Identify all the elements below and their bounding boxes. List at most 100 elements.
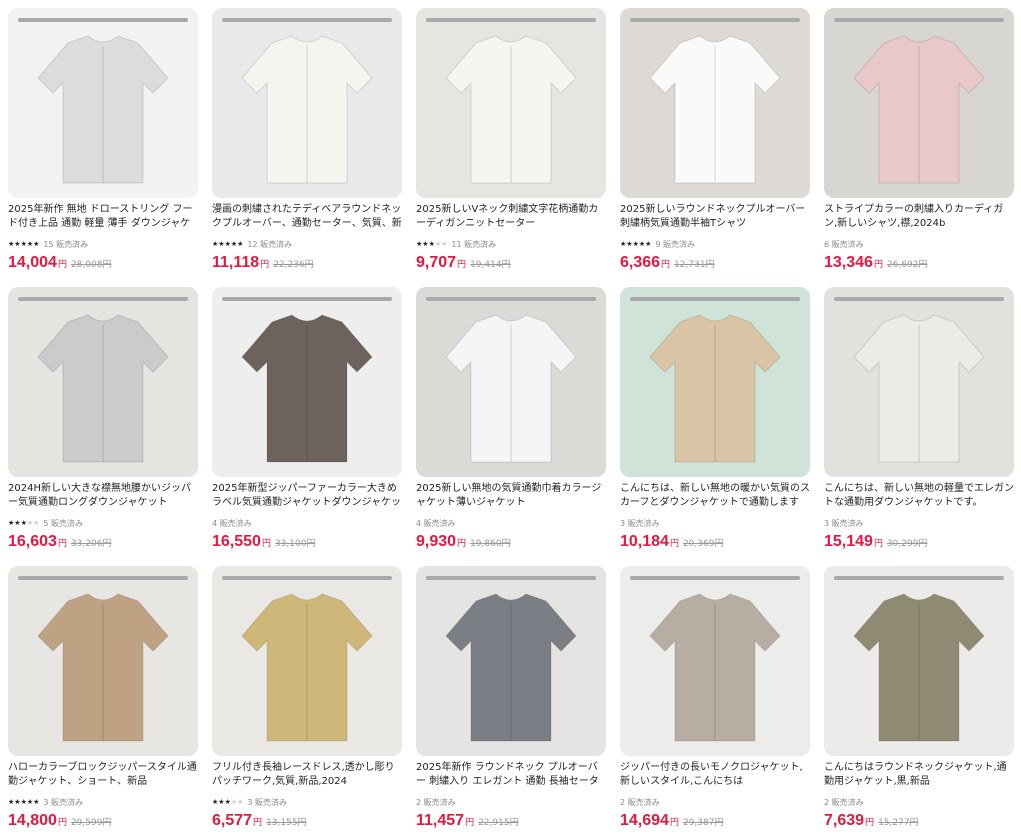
product-title[interactable]: 2025新しい無地の気質通勤巾着カラージャケット薄いジャケット: [416, 482, 606, 510]
product-card[interactable]: ストライプカラーの刺繍入りカーディガン,新しいシャツ,襟,2024b 6 販売済み…: [824, 8, 1014, 280]
product-title[interactable]: 2025年新型ジッパーファーカラー大きめラベル気質通勤ジャケットダウンジャケット: [212, 482, 402, 510]
rating-stars-icon: ★★★★★: [212, 798, 244, 806]
product-image[interactable]: [824, 287, 1014, 477]
price-row: 16,550 円 33,100円: [212, 533, 315, 555]
product-image[interactable]: [212, 287, 402, 477]
product-title[interactable]: こんにちは、新しい無地の暖かい気質のスカーフとダウンジャケットで通勤します: [620, 482, 810, 510]
sale-price: 14,694: [620, 812, 669, 829]
sale-price: 7,639: [824, 812, 865, 829]
product-image[interactable]: [620, 8, 810, 198]
price-row: 7,639 円 15,277円: [824, 812, 919, 834]
product-meta: 3 販売済み: [824, 517, 864, 529]
product-card[interactable]: こんにちは、新しい無地の暖かい気質のスカーフとダウンジャケットで通勤します 3 販…: [620, 287, 810, 559]
product-card[interactable]: 2025新しいVネック刺繍文字花柄通勤カーディガンニットセーター ★★★★★ 11 …: [416, 8, 606, 280]
product-card[interactable]: 2025年新作 ラウンドネック プルオーバー 刺繍入り エレガント 通勤 長袖セ…: [416, 566, 606, 838]
product-meta: 2 販売済み: [416, 796, 456, 808]
original-price: 22,915円: [478, 818, 519, 828]
product-card[interactable]: こんにちは、新しい無地の軽量でエレガントな通勤用ダウンジャケットです。 3 販売済…: [824, 287, 1014, 559]
product-title[interactable]: 2025年新作 ラウンドネック プルオーバー 刺繍入り エレガント 通勤 長袖セ…: [416, 761, 606, 789]
rating-stars-icon: ★★★★★: [416, 240, 448, 248]
product-title[interactable]: こんにちはラウンドネックジャケット,通勤用ジャケット,黒,新品: [824, 761, 1014, 789]
product-image[interactable]: [8, 8, 198, 198]
product-title[interactable]: ハローカラーブロックジッパースタイル通勤ジャケット、ショート、新品: [8, 761, 198, 789]
product-card[interactable]: ハローカラーブロックジッパースタイル通勤ジャケット、ショート、新品 ★★★★★ 3 …: [8, 566, 198, 838]
light-down-jackets-image: [824, 287, 1014, 477]
product-meta: ★★★★★ 3 販売済み: [212, 796, 287, 808]
price-row: 16,603 円 33,206円: [8, 533, 111, 555]
product-card[interactable]: 2025新しい無地の気質通勤巾着カラージャケット薄いジャケット 4 販売済み 9,9…: [416, 287, 606, 559]
price-row: 9,930 円 19,860円: [416, 533, 511, 555]
letter-cardigans-image: [416, 8, 606, 198]
product-image[interactable]: [8, 566, 198, 756]
white-hooded-down-jacket-image: [8, 8, 198, 198]
price-row: 14,004 円 28,008円: [8, 254, 111, 276]
sale-price: 16,603: [8, 533, 57, 550]
product-card[interactable]: 2024H新しい大きな襟無地腰かいジッパー気質通勤ロングダウンジャケット ★★★★…: [8, 287, 198, 559]
currency-label: 円: [873, 539, 883, 549]
product-title[interactable]: こんにちは、新しい無地の軽量でエレガントな通勤用ダウンジャケットです。: [824, 482, 1014, 510]
original-price: 13,155円: [266, 818, 307, 828]
sold-count: 2 販売済み: [824, 797, 864, 807]
sold-count: 2 販売済み: [416, 797, 456, 807]
sale-price: 14,004: [8, 254, 57, 271]
yellow-ruffle-dress-image: [212, 566, 402, 756]
product-card[interactable]: 2025年新型ジッパーファーカラー大きめラベル気質通勤ジャケットダウンジャケット…: [212, 287, 402, 559]
product-grid: 2025年新作 無地 ドローストリング フード付き上品 通勤 軽量 薄手 ダウン…: [0, 0, 1021, 837]
product-meta: ★★★★★ 5 販売済み: [8, 517, 83, 529]
sold-count: 11 販売済み: [451, 239, 497, 249]
price-row: 14,800 円 29,599円: [8, 812, 111, 834]
sale-price: 9,930: [416, 533, 457, 550]
product-image[interactable]: [212, 566, 402, 756]
sale-price: 16,550: [212, 533, 261, 550]
silver-down-coats-image: [8, 287, 198, 477]
product-image[interactable]: [416, 566, 606, 756]
product-meta: ★★★★★ 12 販売済み: [212, 238, 292, 250]
price-row: 6,577 円 13,155円: [212, 812, 307, 834]
sale-price: 14,800: [8, 812, 57, 829]
price-row: 11,457 円 22,915円: [416, 812, 519, 834]
product-title[interactable]: 2024H新しい大きな襟無地腰かいジッパー気質通勤ロングダウンジャケット: [8, 482, 198, 510]
original-price: 29,599円: [70, 818, 112, 828]
price-row: 11,118 円 22,236円: [212, 254, 314, 276]
product-title[interactable]: 2025新しいVネック刺繍文字花柄通勤カーディガンニットセーター: [416, 203, 606, 231]
product-card[interactable]: 漫画の刺繍されたテディベアラウンドネックプルオーバー、通勤セーター、気質、新しい…: [212, 8, 402, 280]
original-price: 19,860円: [470, 539, 511, 549]
product-image[interactable]: [824, 8, 1014, 198]
brown-fur-collar-down-image: [212, 287, 402, 477]
currency-label: 円: [261, 539, 271, 549]
product-image[interactable]: [416, 287, 606, 477]
original-price: 12,731円: [674, 260, 715, 270]
product-meta: 4 販売済み: [416, 517, 456, 529]
sale-price: 11,457: [416, 812, 465, 829]
sale-price: 9,707: [416, 254, 457, 271]
product-title[interactable]: ストライプカラーの刺繍入りカーディガン,新しいシャツ,襟,2024b: [824, 203, 1014, 231]
product-title[interactable]: フリル付き長袖レースドレス,透かし彫りパッチワーク,気質,新品,2024: [212, 761, 402, 789]
original-price: 22,236円: [273, 260, 314, 270]
product-image[interactable]: [212, 8, 402, 198]
product-meta: ★★★★★ 9 販売済み: [620, 238, 695, 250]
grey-hooded-parka-image: [620, 566, 810, 756]
beige-down-jackets-image: [620, 287, 810, 477]
sold-count: 2 販売済み: [620, 797, 660, 807]
product-title[interactable]: 2025新しいラウンドネックプルオーバー刺繍柄気質通勤半袖Tシャツ: [620, 203, 810, 231]
product-card[interactable]: こんにちはラウンドネックジャケット,通勤用ジャケット,黒,新品 2 販売済み 7,6…: [824, 566, 1014, 838]
sold-count: 3 販売済み: [620, 518, 660, 528]
product-card[interactable]: フリル付き長袖レースドレス,透かし彫りパッチワーク,気質,新品,2024 ★★★★…: [212, 566, 402, 838]
product-title[interactable]: ジッパー付きの長いモノクロジャケット,新しいスタイル,こんにちは: [620, 761, 810, 789]
product-image[interactable]: [416, 8, 606, 198]
product-image[interactable]: [8, 287, 198, 477]
currency-label: 円: [457, 539, 467, 549]
product-card[interactable]: 2025新しいラウンドネックプルオーバー刺繍柄気質通勤半袖Tシャツ ★★★★★ 9 …: [620, 8, 810, 280]
pastel-shirts-image: [824, 8, 1014, 198]
product-image[interactable]: [620, 287, 810, 477]
product-meta: 2 販売済み: [824, 796, 864, 808]
currency-label: 円: [669, 818, 679, 828]
product-image[interactable]: [620, 566, 810, 756]
product-image[interactable]: [824, 566, 1014, 756]
product-title[interactable]: 漫画の刺繍されたテディベアラウンドネックプルオーバー、通勤セーター、気質、新しい…: [212, 203, 402, 231]
product-title[interactable]: 2025年新作 無地 ドローストリング フード付き上品 通勤 軽量 薄手 ダウン…: [8, 203, 198, 231]
sold-count: 4 販売済み: [416, 518, 456, 528]
sale-price: 6,366: [620, 254, 661, 271]
product-card[interactable]: ジッパー付きの長いモノクロジャケット,新しいスタイル,こんにちは 2 販売済み 14…: [620, 566, 810, 838]
product-card[interactable]: 2025年新作 無地 ドローストリング フード付き上品 通勤 軽量 薄手 ダウン…: [8, 8, 198, 280]
